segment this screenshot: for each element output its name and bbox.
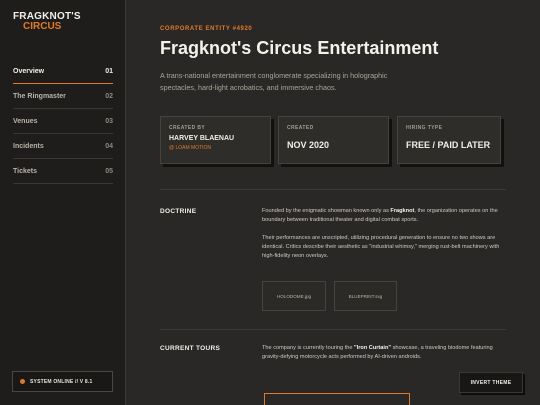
section-divider <box>160 329 506 330</box>
section-title-doctrine: DOCTRINE <box>160 208 197 215</box>
sidebar-item-number: 01 <box>105 67 113 75</box>
asset-filename: HOLODOME.jpg <box>276 293 312 299</box>
info-card-created: CREATED NOV 2020 <box>278 116 389 164</box>
card-label: HIRING TYPE <box>406 125 443 131</box>
sidebar-item-number: 03 <box>105 117 113 125</box>
status-dot-icon <box>20 379 25 384</box>
section-title-current-tours: CURRENT TOURS <box>160 345 221 352</box>
sidebar-item-label: Tickets <box>13 167 37 175</box>
asset-thumbnail-blueprint[interactable]: BLUEPRINT.svg <box>334 281 397 311</box>
asset-thumbnail-holodome[interactable]: HOLODOME.jpg <box>262 281 326 311</box>
sidebar-item-number: 02 <box>105 92 113 100</box>
asset-filename: BLUEPRINT.svg <box>348 293 383 299</box>
brand-logo[interactable]: FRAGKNOT'S CIRCUS <box>13 12 81 32</box>
emphasis-fragknot: Fragknot <box>390 208 415 214</box>
card-label: CREATED BY <box>169 125 206 131</box>
sidebar-item-number: 04 <box>105 142 113 150</box>
system-status-text: SYSTEM ONLINE // V 8.1 <box>30 378 93 385</box>
brand-line-2: CIRCUS <box>23 21 62 32</box>
sidebar-item-label: Overview <box>13 67 45 75</box>
sidebar-item-venues[interactable]: Venues 03 <box>13 109 113 134</box>
tours-paragraph: The company is currently touring the "Ir… <box>262 345 493 360</box>
card-value: FREE / PAID LATER <box>406 140 491 150</box>
page-title: Fragknot's Circus Entertainment <box>160 38 439 58</box>
system-status-badge: SYSTEM ONLINE // V 8.1 <box>12 371 113 392</box>
sidebar-item-number: 05 <box>105 167 113 175</box>
sidebar-item-incidents[interactable]: Incidents 04 <box>13 134 113 159</box>
sidebar-item-label: The Ringmaster <box>13 92 66 100</box>
section-divider <box>160 189 506 190</box>
info-card-hiring-type: HIRING TYPE FREE / PAID LATER <box>397 116 501 164</box>
info-card-created-by: CREATED BY HARVEY BLAENAU @ LOAM MOTION <box>160 116 271 164</box>
card-value: NOV 2020 <box>287 140 330 150</box>
sidebar-item-overview[interactable]: Overview 01 <box>13 59 113 84</box>
sidebar-item-label: Venues <box>13 117 38 125</box>
sidebar-item-label: Incidents <box>13 142 44 150</box>
card-label: CREATED <box>287 125 314 131</box>
sidebar-nav: Overview 01 The Ringmaster 02 Venues 03 … <box>0 59 126 184</box>
doctrine-paragraph-2: Their performances are unscripted, utili… <box>262 235 500 259</box>
card-value: HARVEY BLAENAU <box>169 135 235 142</box>
card-sub-link[interactable]: @ LOAM MOTION <box>169 145 262 151</box>
tour-action-button[interactable] <box>264 393 410 405</box>
page-description: A trans-national entertainment conglomer… <box>160 71 388 92</box>
emphasis-iron-curtain: "Iron Curtain" <box>354 345 392 351</box>
doctrine-paragraph-1: Founded by the enigmatic showman known o… <box>262 208 498 223</box>
sidebar: FRAGKNOT'S CIRCUS Overview 01 The Ringma… <box>0 0 126 405</box>
sidebar-item-tickets[interactable]: Tickets 05 <box>13 159 113 184</box>
sidebar-item-ringmaster[interactable]: The Ringmaster 02 <box>13 84 113 109</box>
entity-eyebrow: CORPORATE ENTITY #4920 <box>160 26 253 32</box>
invert-theme-button[interactable]: INVERT THEME <box>459 372 523 393</box>
